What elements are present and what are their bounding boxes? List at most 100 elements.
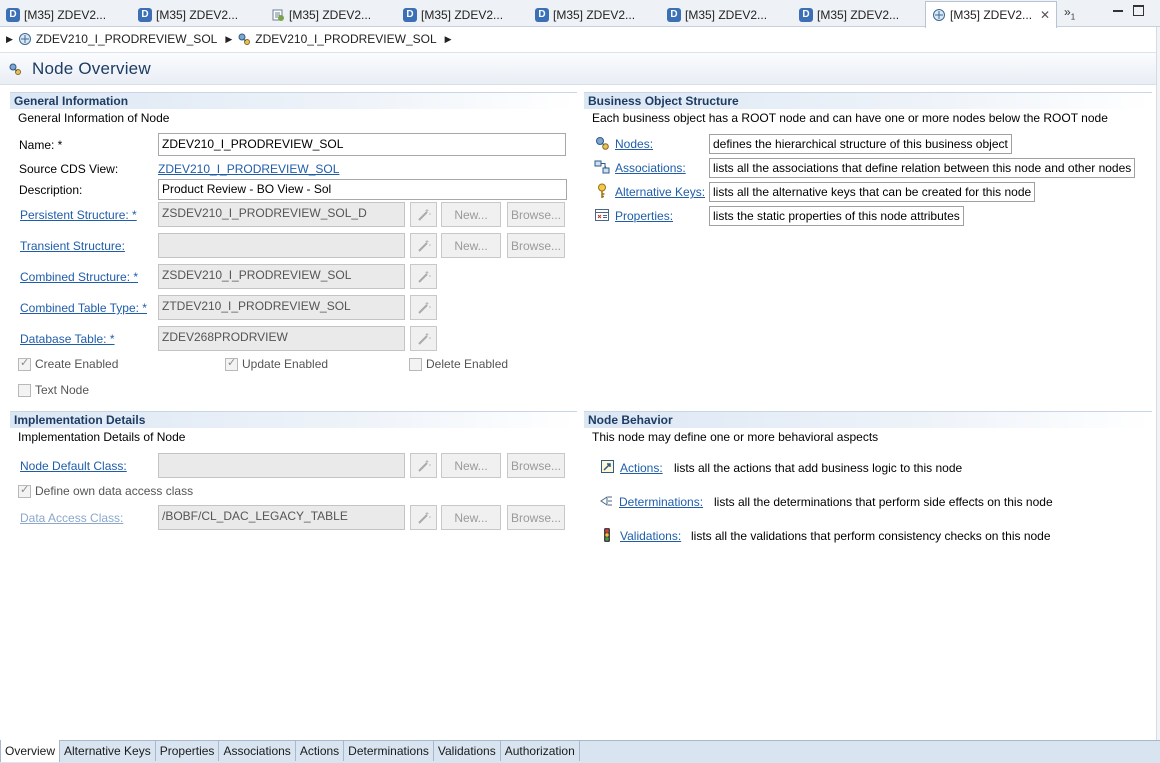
generate-wand-button — [410, 264, 437, 289]
checkbox-checked-icon: ✓ — [18, 483, 31, 498]
close-icon[interactable]: ✕ — [1040, 8, 1050, 22]
section-heading: Implementation Details — [10, 411, 577, 428]
combined-table-type-link[interactable]: Combined Table Type: * — [20, 301, 147, 315]
determinations-icon — [600, 496, 612, 506]
determinations-description: lists all the determinations that perfor… — [714, 495, 1053, 509]
delete-enabled-checkbox[interactable]: Delete Enabled — [409, 357, 508, 371]
name-input[interactable]: ZDEV210_I_PRODREVIEW_SOL — [158, 133, 566, 156]
editor-tab-7[interactable]: D [M35] ZDEV2... — [793, 2, 925, 27]
generate-wand-button — [410, 453, 437, 478]
tab-actions[interactable]: Actions — [296, 741, 345, 761]
breadcrumb-arrow-icon[interactable]: ▶ — [225, 34, 232, 45]
nodes-link[interactable]: Nodes: — [615, 137, 653, 151]
properties-link[interactable]: Properties: — [615, 209, 673, 223]
description-input[interactable]: Product Review - BO View - Sol — [158, 179, 567, 200]
tab-alternative-keys[interactable]: Alternative Keys — [60, 741, 156, 761]
validations-link[interactable]: Validations: — [620, 529, 681, 543]
editor-tab-2[interactable]: D [M35] ZDEV2... — [132, 2, 264, 27]
data-access-class-link: Data Access Class: — [20, 511, 124, 525]
maximize-icon[interactable] — [1133, 5, 1144, 16]
editor-tab-label: [M35] ZDEV2... — [24, 7, 107, 22]
scroll-edge — [1156, 27, 1160, 740]
checkbox-unchecked-icon — [18, 383, 31, 397]
overflow-chevron-icon: » — [1064, 5, 1071, 19]
determinations-link[interactable]: Determinations: — [619, 495, 703, 509]
node-default-class-field — [158, 453, 405, 478]
tab-determinations[interactable]: Determinations — [344, 741, 434, 761]
persistent-structure-link[interactable]: Persistent Structure: * — [20, 208, 137, 222]
checkbox-label: Text Node — [35, 383, 90, 397]
actions-link[interactable]: Actions: — [620, 461, 663, 475]
new-button: New... — [441, 453, 501, 478]
browse-button: Browse... — [507, 202, 565, 227]
checkbox-label: Update Enabled — [242, 357, 329, 371]
nodes-description: defines the hierarchical structure of th… — [709, 134, 1012, 154]
combined-structure-link[interactable]: Combined Structure: * — [20, 270, 138, 284]
tab-properties[interactable]: Properties — [156, 741, 220, 761]
alternative-keys-link[interactable]: Alternative Keys: — [615, 185, 705, 199]
section-description: Each business object has a ROOT node and… — [592, 111, 1108, 125]
bo-icon — [18, 33, 31, 45]
generate-wand-button — [410, 326, 437, 351]
magic-wand-icon — [417, 459, 431, 472]
checkbox-checked-icon: ✓ — [225, 356, 238, 371]
editor-tab-bar: D [M35] ZDEV2... D [M35] ZDEV2... [M35] … — [0, 0, 1160, 28]
tab-validations[interactable]: Validations — [434, 741, 501, 761]
source-cds-view-label: Source CDS View: — [19, 162, 119, 176]
breadcrumb-item-2[interactable]: ZDEV210_I_PRODREVIEW_SOL — [237, 32, 437, 46]
associations-description: lists all the associations that define r… — [709, 158, 1136, 178]
editor-tab-3[interactable]: [M35] ZDEV2... — [265, 2, 397, 27]
tab-overview[interactable]: Overview — [0, 740, 61, 762]
generate-wand-button — [410, 295, 437, 320]
properties-icon — [595, 209, 609, 221]
update-enabled-checkbox[interactable]: ✓ Update Enabled — [225, 357, 328, 371]
editor-tab-label: [M35] ZDEV2... — [950, 8, 1033, 22]
magic-wand-icon — [417, 332, 431, 345]
source-cds-view-link[interactable]: ZDEV210_I_PRODREVIEW_SOL — [158, 162, 339, 176]
new-button: New... — [441, 202, 501, 227]
page-title: Node Overview — [32, 58, 151, 78]
text-node-checkbox[interactable]: Text Node — [18, 383, 89, 397]
editor-tab-6[interactable]: D [M35] ZDEV2... — [661, 2, 793, 27]
editor-tab-label: [M35] ZDEV2... — [421, 7, 504, 22]
database-table-link[interactable]: Database Table: * — [20, 332, 115, 346]
properties-description: lists the static properties of this node… — [709, 206, 964, 226]
checkbox-checked-icon: ✓ — [18, 356, 31, 371]
magic-wand-icon — [417, 239, 431, 252]
define-own-data-access-class-checkbox[interactable]: ✓ Define own data access class — [18, 484, 193, 498]
d-icon: D — [6, 7, 20, 22]
breadcrumb-item-1[interactable]: ZDEV210_I_PRODREVIEW_SOL — [18, 32, 217, 46]
breadcrumb-arrow-icon[interactable]: ▶ — [6, 34, 13, 45]
create-enabled-checkbox[interactable]: ✓ Create Enabled — [18, 357, 118, 371]
d-icon: D — [138, 7, 152, 22]
breadcrumb-arrow-icon[interactable]: ▶ — [445, 34, 452, 45]
editor-page-tabs: Overview Alternative Keys Properties Ass… — [0, 740, 1160, 763]
minimize-icon[interactable] — [1112, 4, 1124, 18]
tab-associations[interactable]: Associations — [219, 741, 296, 761]
breadcrumb-label: ZDEV210_I_PRODREVIEW_SOL — [35, 32, 218, 46]
editor-tab-8-active[interactable]: [M35] ZDEV2... ✕ — [925, 1, 1057, 28]
page-header: Node Overview — [0, 52, 1160, 85]
checkbox-unchecked-icon — [409, 357, 422, 371]
persistent-structure-field: ZSDEV210_I_PRODREVIEW_SOL_D — [158, 202, 405, 227]
d-icon: D — [403, 7, 417, 22]
editor-tab-5[interactable]: D [M35] ZDEV2... — [529, 2, 661, 27]
actions-icon — [601, 460, 614, 473]
associations-icon — [594, 160, 610, 174]
section-heading: Node Behavior — [584, 411, 1152, 428]
generate-wand-button — [410, 233, 437, 258]
tab-overflow-button[interactable]: »1 — [1064, 5, 1075, 21]
combined-structure-field: ZSDEV210_I_PRODREVIEW_SOL — [158, 264, 405, 289]
editor-tab-4[interactable]: D [M35] ZDEV2... — [397, 2, 529, 27]
editor-tab-1[interactable]: D [M35] ZDEV2... — [0, 2, 132, 27]
data-access-class-field: /BOBF/CL_DAC_LEGACY_TABLE — [158, 505, 405, 530]
associations-link[interactable]: Associations: — [615, 161, 686, 175]
transient-structure-link[interactable]: Transient Structure: — [20, 239, 125, 253]
section-description: Implementation Details of Node — [18, 430, 186, 444]
node-default-class-link[interactable]: Node Default Class: — [20, 459, 127, 473]
key-icon — [598, 183, 606, 198]
tab-authorization[interactable]: Authorization — [501, 741, 580, 761]
bo-node-icon — [933, 9, 945, 21]
generate-wand-button — [410, 202, 437, 227]
name-label: Name: * — [19, 138, 63, 152]
